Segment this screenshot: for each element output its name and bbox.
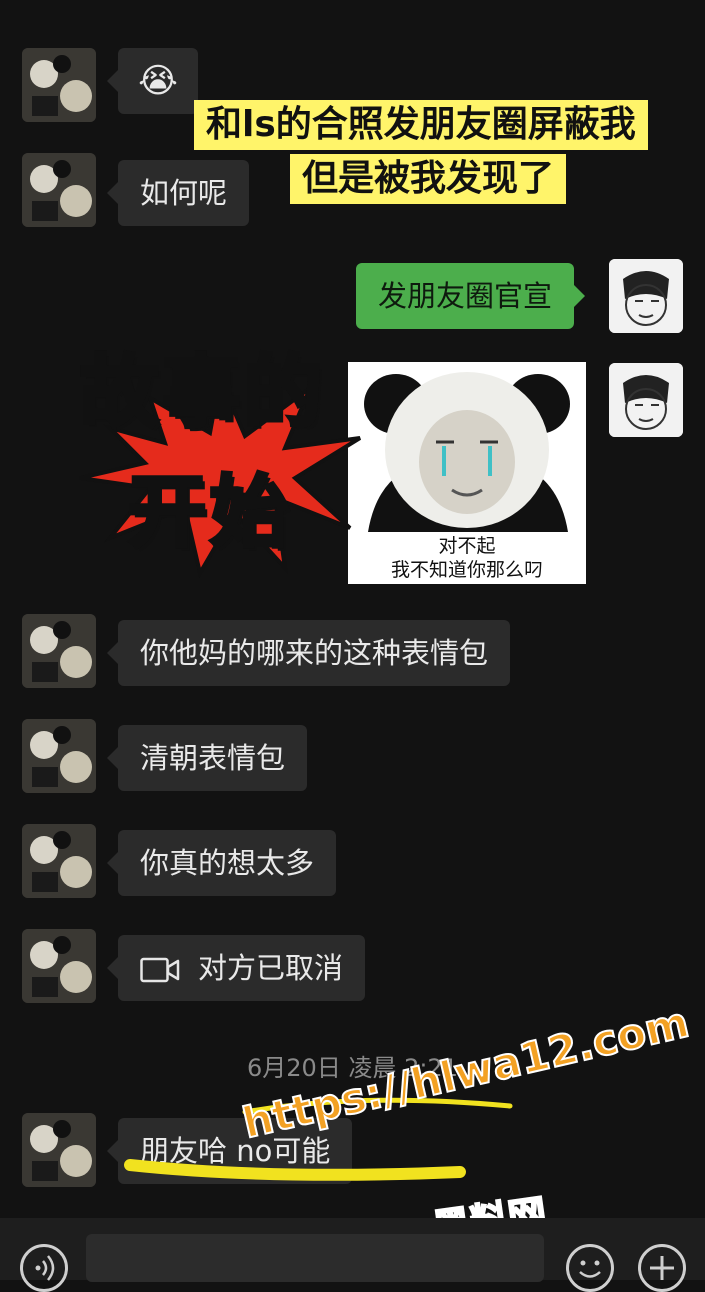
message-bubble[interactable]: 你真的想太多 xyxy=(106,830,337,896)
plus-button[interactable] xyxy=(638,1244,686,1292)
message-input[interactable] xyxy=(86,1234,544,1282)
plus-icon xyxy=(650,1256,674,1280)
crying-emoji-icon: 😭 xyxy=(138,61,178,101)
avatar-image xyxy=(22,153,96,227)
avatar-image xyxy=(22,824,96,898)
avatar-image xyxy=(22,719,96,793)
sticker-caption-line1: 对不起 xyxy=(438,535,496,557)
avatar-image xyxy=(609,259,683,333)
voice-icon xyxy=(35,1255,55,1281)
overlay-caption-line1: 和ls的合照发朋友圈屏蔽我 xyxy=(194,100,648,150)
avatar-image xyxy=(609,363,683,437)
sticker-caption-line2: 我不知道你那么叼 xyxy=(390,559,543,581)
contact-avatar[interactable] xyxy=(22,719,96,793)
avatar-image xyxy=(22,929,96,1003)
watermark-underline xyxy=(124,1159,466,1181)
video-call-icon xyxy=(140,957,180,983)
message-bubble[interactable]: 清朝表情包 xyxy=(106,725,308,791)
contact-avatar[interactable] xyxy=(22,153,96,227)
emoji-button[interactable] xyxy=(566,1244,614,1292)
message-bubble[interactable]: 你他妈的哪来的这种表情包 xyxy=(106,620,511,686)
emoji-icon xyxy=(579,1260,601,1278)
story-title-line1: 故事的 xyxy=(78,346,327,440)
story-title-line2: 开始 xyxy=(126,466,293,560)
call-status-text: 对方已取消 xyxy=(198,951,344,985)
video-call-message[interactable]: 对方已取消 xyxy=(106,935,366,1001)
panda-sticker-message[interactable]: 对不起 我不知道你那么叼 xyxy=(348,362,586,584)
overlay-caption-line2: 但是被我发现了 xyxy=(290,154,567,204)
contact-avatar[interactable] xyxy=(22,48,96,122)
panda-face-image xyxy=(348,362,586,532)
avatar-image xyxy=(22,614,96,688)
avatar-image xyxy=(22,1113,96,1187)
my-avatar[interactable] xyxy=(609,259,683,333)
my-message-bubble[interactable]: 发朋友圈官宣 xyxy=(356,263,586,329)
contact-avatar[interactable] xyxy=(22,614,96,688)
contact-avatar[interactable] xyxy=(22,929,96,1003)
avatar-image xyxy=(22,48,96,122)
voice-button[interactable] xyxy=(20,1244,68,1292)
message-bubble-emoji[interactable]: 😭 xyxy=(107,48,198,114)
message-bubble[interactable]: 如何呢 xyxy=(106,160,250,226)
contact-avatar[interactable] xyxy=(22,1113,96,1187)
my-avatar[interactable] xyxy=(609,363,683,437)
chat-input-bar xyxy=(0,1218,705,1292)
contact-avatar[interactable] xyxy=(22,824,96,898)
